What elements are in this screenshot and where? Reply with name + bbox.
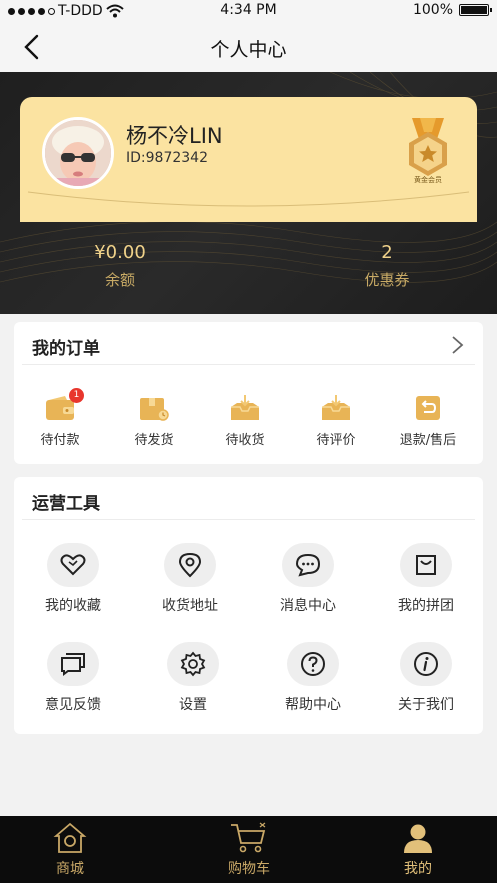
tools-title: 运营工具: [32, 494, 100, 514]
order-pending-payment-label: 待付款: [40, 433, 80, 448]
tool-messages[interactable]: 消息中心: [258, 543, 358, 615]
divider: [22, 364, 475, 365]
order-refund-aftersale[interactable]: 退款/售后: [388, 395, 468, 448]
status-bar: T-DDD 4:34 PM 100%: [0, 0, 497, 22]
tool-favorites[interactable]: 我的收藏: [23, 543, 123, 615]
home-icon: [53, 822, 87, 853]
balance-label: 余额: [104, 271, 135, 289]
tool-settings-label: 设置: [179, 697, 207, 713]
cart-icon: [231, 822, 266, 853]
tab-mine[interactable]: 我的: [358, 820, 478, 878]
tool-address-label: 收货地址: [162, 598, 218, 614]
member-card-curve: [20, 190, 477, 214]
balance-stat[interactable]: ¥0.00 余额: [40, 242, 200, 290]
heart-icon: [60, 554, 86, 576]
order-pending-shipment[interactable]: 待发货: [114, 395, 194, 448]
avatar-image: [45, 120, 111, 186]
tool-group-buy-label: 我的拼团: [398, 598, 454, 614]
order-refund-aftersale-label: 退款/售后: [399, 433, 457, 448]
orders-title: 我的订单: [32, 339, 100, 359]
page-title: 个人中心: [210, 39, 287, 61]
tool-address[interactable]: 收货地址: [140, 543, 240, 615]
tab-mine-label: 我的: [404, 861, 432, 877]
tool-about-label: 关于我们: [398, 697, 454, 713]
member-level-label: 黄金会员: [414, 176, 442, 184]
tool-messages-label: 消息中心: [280, 598, 336, 614]
order-pending-receipt[interactable]: 待收货: [205, 395, 285, 448]
return-icon: [416, 396, 440, 420]
chat-bubble-icon: [295, 553, 321, 577]
coupon-value: 2: [381, 242, 393, 263]
gear-icon: [180, 651, 206, 677]
tool-feedback[interactable]: 意见反馈: [23, 642, 123, 714]
tab-cart-label: 购物车: [228, 861, 270, 877]
tab-cart[interactable]: 购物车: [189, 820, 309, 878]
order-pending-review[interactable]: 待评价: [296, 395, 376, 448]
avatar[interactable]: [42, 117, 114, 189]
chevron-right-icon[interactable]: [447, 334, 467, 356]
tool-feedback-label: 意见反馈: [45, 697, 101, 713]
shopping-bag-icon: [416, 555, 436, 575]
nav-bar: 个人中心: [0, 22, 497, 72]
order-pending-receipt-label: 待收货: [225, 433, 265, 448]
tab-mall[interactable]: 商城: [10, 820, 130, 878]
tab-mall-label: 商城: [56, 861, 84, 877]
tool-settings[interactable]: 设置: [143, 642, 243, 714]
tool-favorites-label: 我的收藏: [45, 598, 101, 614]
question-icon: [301, 652, 325, 676]
user-id: ID:9872342: [126, 150, 208, 166]
coupon-stat[interactable]: 2 优惠券: [307, 242, 467, 290]
info-icon: [414, 652, 438, 676]
order-pending-review-label: 待评价: [316, 433, 356, 448]
user-name: 杨不冷LIN: [126, 124, 223, 148]
order-pending-shipment-label: 待发货: [134, 433, 174, 448]
inbox-download-icon: [231, 395, 259, 420]
notification-badge: 1: [69, 388, 84, 403]
tool-help-label: 帮助中心: [285, 697, 341, 713]
tool-group-buy[interactable]: 我的拼团: [376, 543, 476, 615]
battery-status: 100%: [412, 2, 492, 18]
tool-help[interactable]: 帮助中心: [263, 642, 363, 714]
tool-about[interactable]: 关于我们: [376, 642, 476, 714]
bottom-tab-bar: 商城 购物车 我的: [0, 816, 497, 883]
user-icon: [404, 824, 432, 853]
battery-icon: [459, 4, 492, 16]
divider: [22, 519, 475, 520]
battery-percent: 100%: [412, 2, 453, 18]
inbox-review-icon: [322, 395, 350, 420]
order-pending-payment[interactable]: 1 待付款: [20, 388, 100, 448]
balance-value: ¥0.00: [94, 242, 146, 263]
package-icon: [140, 398, 169, 421]
feedback-icon: [61, 653, 85, 676]
location-pin-icon: [178, 552, 202, 578]
coupon-label: 优惠券: [364, 271, 410, 289]
